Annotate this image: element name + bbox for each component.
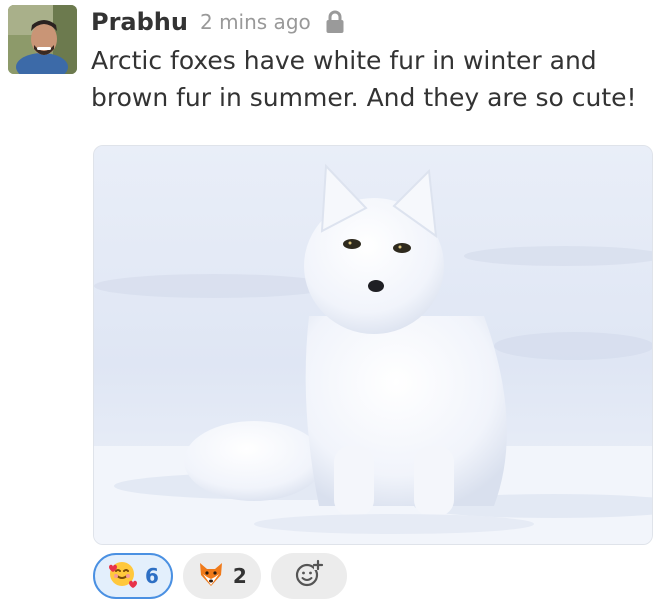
reaction-smiling-face-with-hearts[interactable]: 6: [93, 553, 173, 599]
reaction-fox-face[interactable]: 2: [182, 553, 261, 599]
message-content: Arctic foxes have white fur in winter an…: [91, 42, 651, 116]
avatar[interactable]: [8, 5, 77, 74]
reaction-count: 6: [145, 564, 159, 588]
sender-name[interactable]: Prabhu: [91, 8, 188, 36]
lock-icon: [325, 10, 345, 34]
smiling-face-with-hearts-icon: [107, 559, 137, 593]
reaction-count: 2: [232, 564, 247, 588]
message-text: Arctic foxes have white fur in winter an…: [91, 46, 637, 112]
message-header: Prabhu 2 mins ago: [91, 4, 345, 40]
message: Prabhu 2 mins ago Arctic foxes have whit…: [0, 0, 659, 608]
reactions-bar: 6 2: [93, 553, 357, 599]
fox-face-icon: [197, 560, 225, 592]
add-reaction-button[interactable]: [270, 553, 347, 599]
timestamp[interactable]: 2 mins ago: [200, 10, 311, 34]
message-image[interactable]: [93, 145, 653, 545]
add-emoji-icon: [294, 559, 324, 593]
